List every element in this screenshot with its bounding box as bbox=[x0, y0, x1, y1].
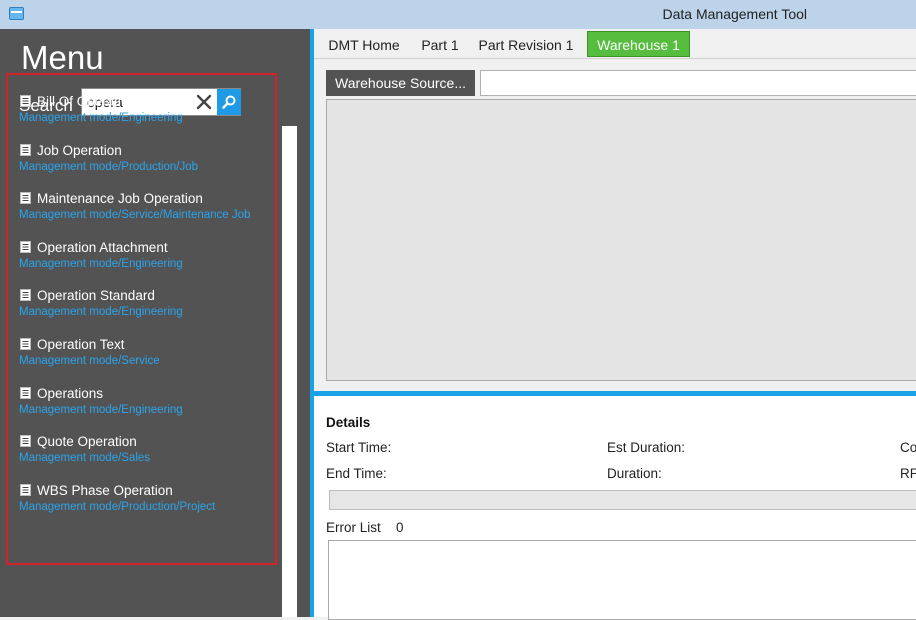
search-result-path: Management mode/Engineering bbox=[19, 306, 183, 319]
title-bar: Data Management Tool bbox=[0, 0, 916, 29]
search-result-title: Bill Of Operations bbox=[37, 94, 143, 109]
search-result-operations[interactable]: Operations Management mode/Engineering bbox=[17, 382, 277, 431]
search-result-title: Quote Operation bbox=[37, 434, 137, 450]
search-result-path: Management mode/Production/Project bbox=[19, 500, 216, 513]
end-time-label: End Time: bbox=[326, 466, 387, 481]
search-result-path: Management mode/Engineering bbox=[19, 112, 183, 124]
details-heading: Details bbox=[326, 415, 371, 430]
search-result-title: Job Operation bbox=[37, 142, 122, 158]
document-icon bbox=[20, 386, 31, 399]
search-result-bill-of-operations[interactable]: Bill Of Operations Management mode/Engin… bbox=[17, 90, 277, 139]
tab-strip: DMT Home Part 1 Part Revision 1 Warehous… bbox=[314, 29, 916, 60]
tab-dmt-home[interactable]: DMT Home bbox=[318, 29, 410, 57]
document-icon bbox=[20, 435, 31, 448]
tab-part-revision-1[interactable]: Part Revision 1 bbox=[474, 29, 578, 57]
document-icon bbox=[20, 143, 31, 156]
search-result-path: Management mode/Engineering bbox=[19, 403, 183, 416]
detail-col3-row1-label: Co bbox=[900, 440, 916, 455]
search-result-path: Management mode/Sales bbox=[19, 452, 151, 465]
duration-label: Duration: bbox=[607, 466, 662, 481]
search-result-quote-operation[interactable]: Quote Operation Management mode/Sales bbox=[17, 430, 277, 479]
search-result-title: Operation Text bbox=[37, 336, 125, 352]
progress-bar bbox=[329, 490, 916, 510]
search-result-operation-standard[interactable]: Operation Standard Management mode/Engin… bbox=[17, 284, 277, 333]
search-result-path: Management mode/Service/Maintenance Job bbox=[19, 209, 251, 222]
source-path-field[interactable] bbox=[480, 70, 916, 96]
error-list-box[interactable] bbox=[328, 540, 916, 620]
search-result-operation-text[interactable]: Operation Text Management mode/Service bbox=[17, 333, 277, 382]
search-result-title: WBS Phase Operation bbox=[37, 482, 173, 498]
document-icon bbox=[20, 289, 31, 302]
search-result-title: Operation Attachment bbox=[37, 239, 168, 255]
document-icon bbox=[20, 192, 31, 205]
window-title: Data Management Tool bbox=[662, 6, 808, 22]
sidebar-scrollbar[interactable] bbox=[282, 126, 297, 617]
search-result-path: Management mode/Engineering bbox=[19, 257, 183, 270]
start-time-label: Start Time: bbox=[326, 440, 392, 455]
error-count: 0 bbox=[396, 520, 404, 535]
document-icon bbox=[20, 337, 31, 350]
data-grid-area[interactable] bbox=[326, 99, 916, 381]
tab-warehouse-1[interactable]: Warehouse 1 bbox=[587, 31, 690, 57]
tab-part-1[interactable]: Part 1 bbox=[415, 29, 465, 57]
document-icon bbox=[20, 240, 31, 253]
est-duration-label: Est Duration: bbox=[607, 440, 686, 455]
search-result-title: Operation Standard bbox=[37, 288, 155, 304]
menu-title: Menu bbox=[21, 39, 104, 76]
warehouse-source-button[interactable]: Warehouse Source... bbox=[326, 70, 475, 96]
document-icon bbox=[20, 483, 31, 496]
search-result-maintenance-job-operation[interactable]: Maintenance Job Operation Management mod… bbox=[17, 187, 277, 236]
detail-col3-row2-label: RP bbox=[900, 466, 916, 481]
search-result-path: Management mode/Service bbox=[19, 354, 160, 367]
sidebar-menu: Menu Search Bill Of Operations Managemen… bbox=[0, 29, 313, 617]
search-result-wbs-phase-operation[interactable]: WBS Phase Operation Management mode/Prod… bbox=[17, 479, 277, 528]
document-icon bbox=[20, 95, 31, 107]
search-result-title: Maintenance Job Operation bbox=[37, 191, 203, 207]
search-results-list: Bill Of Operations Management mode/Engin… bbox=[17, 90, 277, 527]
search-result-path: Management mode/Production/Job bbox=[19, 160, 198, 173]
search-result-job-operation[interactable]: Job Operation Management mode/Production… bbox=[17, 139, 277, 188]
tab-strip-divider bbox=[314, 58, 916, 59]
search-result-operation-attachment[interactable]: Operation Attachment Management mode/Eng… bbox=[17, 236, 277, 285]
search-result-title: Operations bbox=[37, 385, 104, 401]
details-panel: Details Start Time: End Time: Est Durati… bbox=[314, 396, 916, 620]
error-list-label: Error List bbox=[326, 520, 381, 535]
